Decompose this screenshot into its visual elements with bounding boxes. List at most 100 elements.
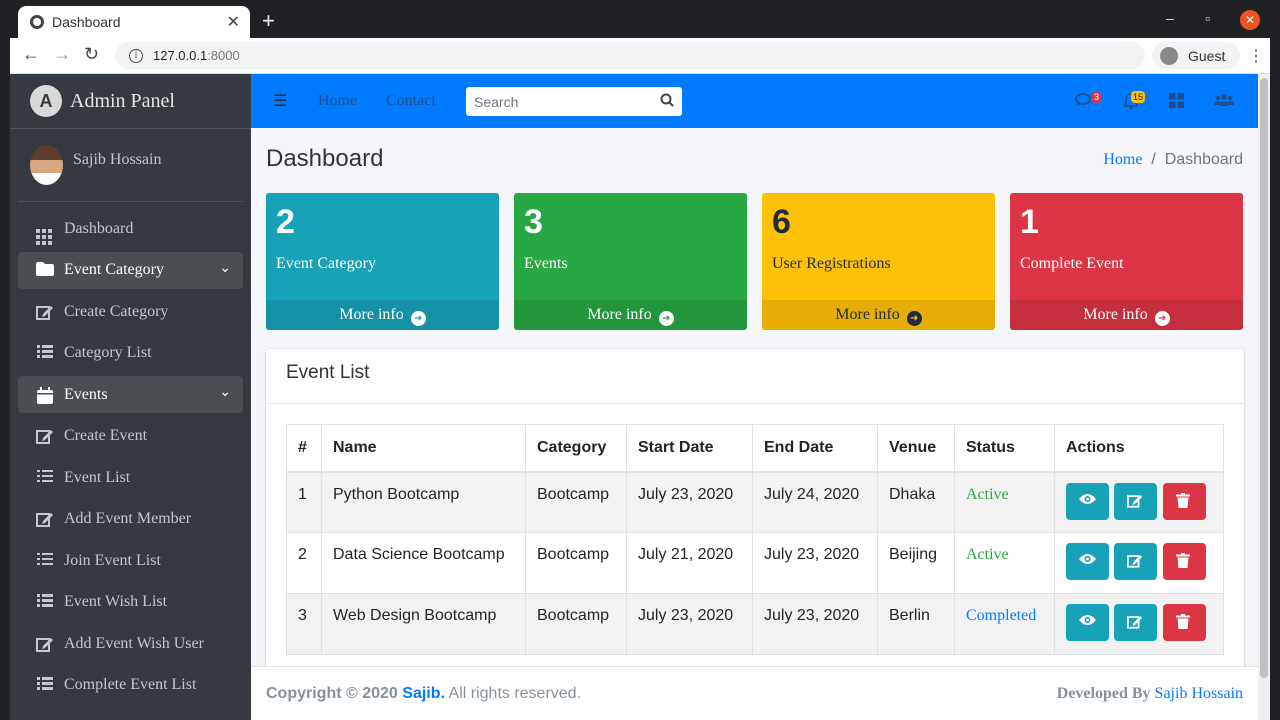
url-input[interactable]: i 127.0.0.1:8000 — [115, 42, 1145, 69]
search-input[interactable]: Search — [466, 87, 682, 116]
sidebar-item-label: Event List — [64, 468, 131, 486]
cell-actions — [1054, 532, 1224, 594]
stat-box-complete-event: 1 Complete Event More info ➜ — [1010, 193, 1243, 330]
stat-value: 2 — [276, 203, 295, 241]
reload-icon[interactable]: ↻ — [84, 44, 99, 65]
developed-by-text: Developed By — [1056, 685, 1151, 702]
more-info-link[interactable]: More info ➜ — [514, 300, 747, 330]
apps-grid-icon[interactable] — [1169, 93, 1184, 113]
scrollbar-thumb[interactable] — [1260, 78, 1268, 678]
delete-button[interactable] — [1162, 543, 1206, 580]
browser-tab[interactable]: Dashboard ✕ — [18, 6, 250, 38]
cell-venue: Berlin — [877, 593, 955, 655]
page-scrollbar[interactable] — [1258, 74, 1270, 720]
author-link[interactable]: Sajib. — [402, 685, 445, 702]
sidebar-item-join-event-list[interactable]: Join Event List — [18, 542, 243, 579]
cell-end-date: July 23, 2020 — [752, 532, 878, 594]
kebab-menu-icon[interactable]: ⋮ — [1248, 46, 1264, 66]
list-icon — [36, 552, 54, 569]
developer-link[interactable]: Sajib Hossain — [1155, 685, 1243, 702]
breadcrumb: Home / Dashboard — [1103, 151, 1243, 169]
arrow-circle-right-icon: ➜ — [410, 311, 426, 326]
browser-tabstrip: Dashboard ✕ + – ▫ ✕ — [0, 0, 1280, 38]
eye-icon — [1079, 493, 1096, 504]
sidebar-item-category-list[interactable]: Category List — [18, 335, 243, 372]
table-header-row: # Name Category Start Date End Date Venu… — [286, 424, 1224, 473]
hamburger-menu-icon[interactable]: ☰ — [273, 91, 287, 111]
brand-link[interactable]: A Admin Panel — [10, 74, 251, 129]
trash-icon — [1175, 614, 1190, 629]
more-info-label: More info — [339, 306, 404, 323]
users-icon[interactable] — [1214, 93, 1234, 112]
nav-home-link[interactable]: Home — [318, 92, 357, 110]
window-close-button[interactable]: ✕ — [1240, 10, 1260, 30]
edit-button[interactable] — [1114, 482, 1158, 520]
stat-box-events: 3 Events More info ➜ — [514, 193, 747, 330]
trash-icon — [1175, 553, 1190, 568]
delete-button[interactable] — [1162, 482, 1206, 520]
cell-no: 3 — [286, 593, 322, 655]
list-icon — [36, 594, 54, 610]
more-info-link[interactable]: More info ➜ — [266, 300, 499, 330]
maximize-button[interactable]: ▫ — [1205, 10, 1210, 26]
user-panel[interactable]: Sajib Hossain — [18, 129, 243, 202]
forward-arrow-icon[interactable]: → — [53, 44, 71, 65]
sidebar-item-event-list[interactable]: Event List — [18, 459, 243, 496]
eye-icon — [1079, 615, 1096, 625]
view-button[interactable] — [1066, 482, 1109, 520]
col-header: Status — [954, 424, 1055, 473]
info-icon[interactable]: i — [129, 48, 143, 63]
new-tab-button[interactable]: + — [262, 8, 275, 34]
cell-name: Python Bootcamp — [321, 471, 526, 533]
table-row: 1 Python Bootcamp Bootcamp July 23, 2020… — [286, 471, 1224, 533]
logo-icon: A — [30, 85, 62, 117]
sidebar-item-add-event-wish-user[interactable]: Add Event Wish User — [18, 625, 243, 662]
trash-icon — [1175, 492, 1190, 508]
edit-button[interactable] — [1114, 543, 1158, 580]
sidebar-item-label: Join Event List — [64, 551, 161, 569]
stat-value: 1 — [1020, 203, 1039, 241]
content-header: Dashboard Home / Dashboard — [251, 128, 1258, 184]
profile-button[interactable]: Guest — [1152, 42, 1240, 69]
sidebar-item-create-event[interactable]: Create Event — [18, 418, 243, 455]
calendar-icon — [36, 386, 54, 404]
sidebar-item-event-category[interactable]: Event Category ⌄ — [18, 251, 243, 289]
col-header: Name — [321, 424, 526, 473]
user-name: Sajib Hossain — [73, 151, 162, 168]
sidebar-item-label: Add Event Member — [64, 510, 192, 527]
back-arrow-icon[interactable]: ← — [22, 44, 40, 65]
edit-button[interactable] — [1114, 604, 1158, 641]
more-info-link[interactable]: More info ➜ — [1010, 300, 1243, 330]
table-row: 2 Data Science Bootcamp Bootcamp July 21… — [286, 532, 1224, 594]
breadcrumb-home-link[interactable]: Home — [1103, 151, 1142, 168]
edit-icon — [1127, 555, 1143, 568]
delete-button[interactable] — [1162, 604, 1206, 641]
close-tab-icon[interactable]: ✕ — [227, 12, 240, 32]
cell-category: Bootcamp — [525, 532, 627, 594]
cell-category: Bootcamp — [525, 593, 627, 655]
sidebar-item-add-event-member[interactable]: Add Event Member — [18, 501, 243, 538]
brand-name: Admin Panel — [70, 89, 175, 112]
sidebar-item-create-category[interactable]: Create Category — [18, 293, 243, 330]
sidebar-item-events[interactable]: Events ⌄ — [18, 376, 243, 413]
edit-icon — [1127, 616, 1143, 629]
nav-contact-link[interactable]: Contact — [386, 92, 436, 110]
sidebar-menu: Dashboard Event Category ⌄ Create Catego… — [10, 202, 251, 716]
col-header: Category — [525, 424, 627, 473]
view-button[interactable] — [1066, 604, 1109, 641]
eye-icon — [1079, 554, 1096, 564]
table-row: 3 Web Design Bootcamp Bootcamp July 23, … — [286, 593, 1224, 655]
stat-box-event-category: 2 Event Category More info ➜ — [266, 193, 499, 330]
footer-copyright: Copyright © 2020 Sajib. All rights reser… — [266, 685, 581, 703]
event-table: # Name Category Start Date End Date Venu… — [286, 424, 1224, 655]
minimize-button[interactable]: – — [1166, 10, 1174, 26]
cell-no: 1 — [286, 471, 322, 533]
more-info-link[interactable]: More info ➜ — [762, 300, 995, 330]
sidebar-item-dashboard[interactable]: Dashboard — [18, 210, 243, 247]
view-button[interactable] — [1066, 543, 1109, 580]
search-icon[interactable] — [660, 93, 674, 107]
cell-name: Data Science Bootcamp — [321, 532, 526, 594]
sidebar-item-complete-event-list[interactable]: Complete Event List — [18, 667, 243, 704]
sidebar-item-event-wish-list[interactable]: Event Wish List — [18, 584, 243, 621]
comments-icon[interactable] — [1075, 93, 1093, 112]
